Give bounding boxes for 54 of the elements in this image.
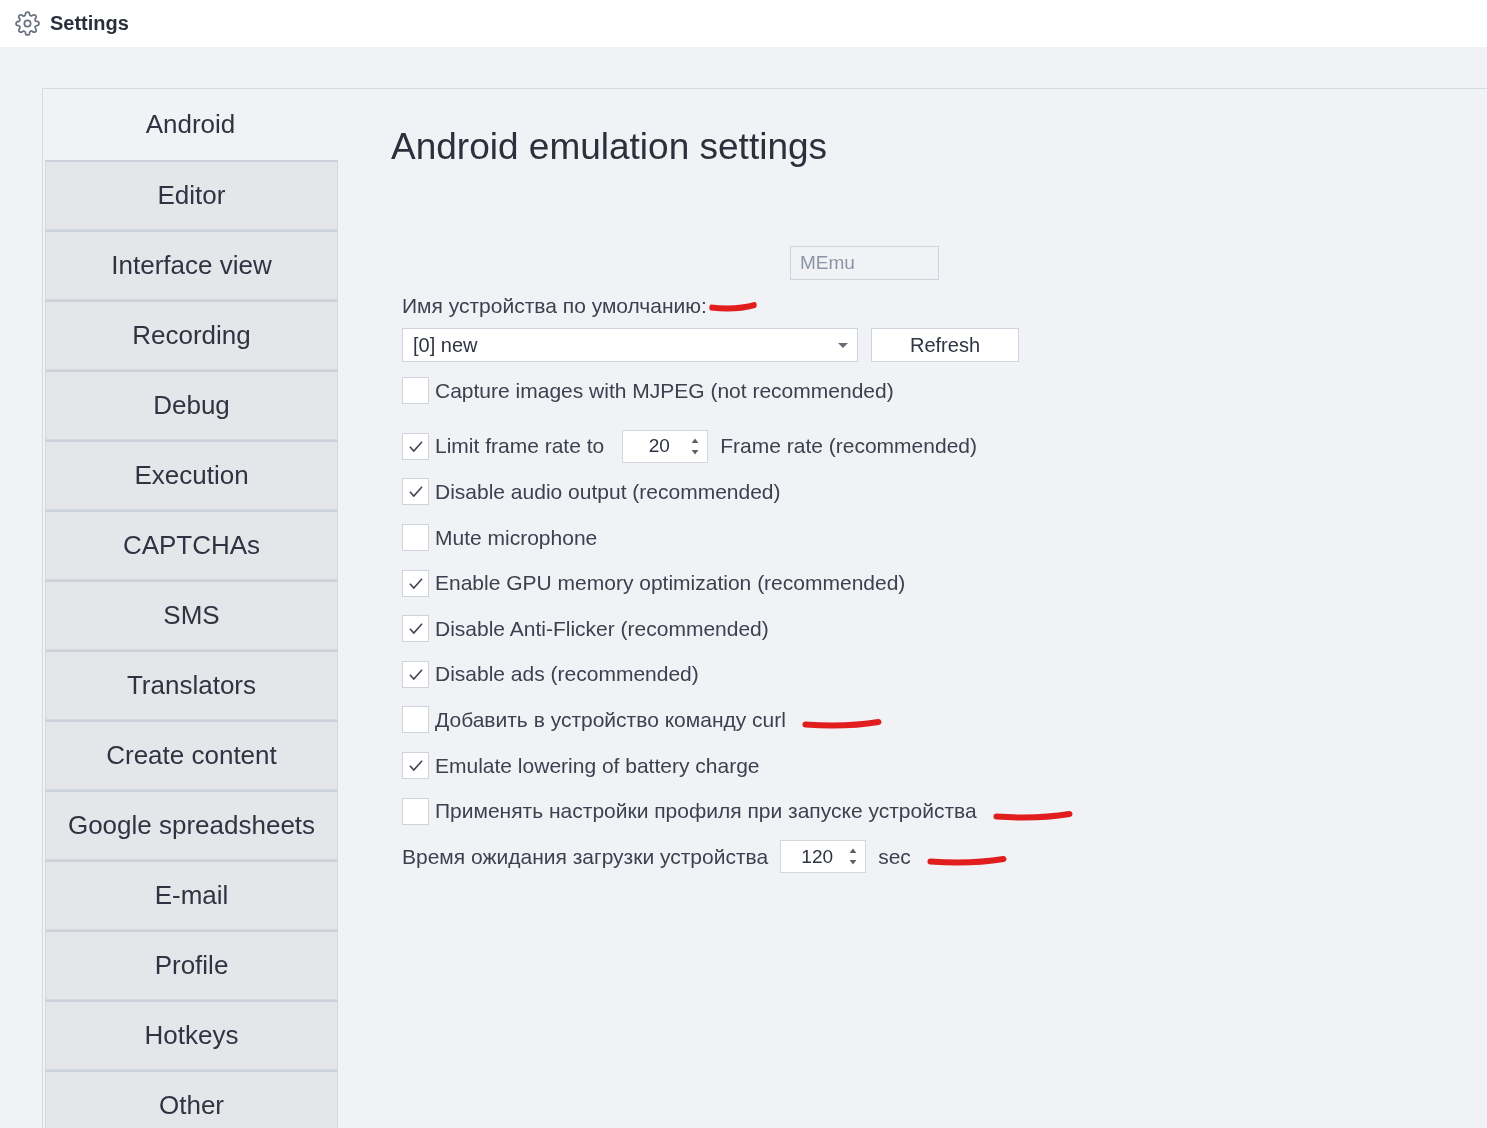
checkbox[interactable] — [402, 377, 429, 405]
check-icon — [408, 486, 423, 498]
check-icon — [408, 668, 423, 680]
checkbox[interactable] — [402, 478, 429, 506]
gear-icon — [15, 11, 40, 36]
sidebar-tab[interactable]: Editor — [45, 160, 338, 230]
sidebar-tab[interactable]: Recording — [45, 300, 338, 370]
refresh-button[interactable]: Refresh — [871, 328, 1019, 362]
option-label: Emulate lowering of battery charge — [435, 753, 760, 778]
sidebar-tab[interactable]: Other — [45, 1070, 338, 1128]
checkbox[interactable] — [402, 569, 429, 597]
sidebar-tab[interactable]: Execution — [45, 440, 338, 510]
device-name-label: Имя устройства по умолчанию: — [402, 293, 707, 319]
device-dropdown[interactable]: [0] new — [402, 328, 858, 362]
checkbox[interactable] — [402, 660, 429, 688]
option-label: Disable audio output (recommended) — [435, 480, 781, 504]
option-label: Время ожидания загрузки устройства — [402, 844, 769, 869]
window-title: Settings — [50, 12, 129, 35]
check-icon — [408, 577, 423, 589]
number-field[interactable]: 120 — [780, 840, 867, 874]
sidebar-tab[interactable]: Hotkeys — [45, 1000, 338, 1070]
option-label: Capture images with MJPEG (not recommended) — [435, 378, 894, 403]
up-down-arrows-icon[interactable] — [691, 437, 700, 455]
sidebar-tab[interactable]: Debug — [45, 370, 338, 440]
sidebar-tab[interactable]: E-mail — [45, 860, 338, 930]
option-label: Disable Anti-Flicker (recommended) — [435, 616, 769, 641]
checkbox[interactable] — [402, 524, 429, 552]
option-label: Limit frame rate to — [435, 434, 605, 459]
up-down-arrows-icon[interactable] — [849, 848, 858, 866]
option-label: Добавить в устройство команду curl — [435, 707, 786, 732]
checkbox[interactable] — [402, 706, 429, 734]
sidebar-tab[interactable]: Profile — [45, 930, 338, 1000]
number-field[interactable]: 20 — [622, 429, 709, 463]
option-hint: Frame rate (recommended) — [720, 434, 977, 459]
check-icon — [408, 623, 423, 635]
sidebar-tab[interactable]: Translators — [45, 650, 338, 720]
sidebar-tab[interactable]: Create content — [45, 720, 338, 790]
sidebar-tab[interactable]: SMS — [45, 580, 338, 650]
checkbox[interactable] — [402, 432, 429, 460]
option-label: Mute microphone — [435, 525, 598, 550]
page-heading: Android emulation settings — [391, 126, 828, 168]
sidebar-tab[interactable]: CAPTCHAs — [45, 510, 338, 580]
caret-icon — [838, 342, 848, 348]
option-label: Применять настройки профиля при запуске устройства — [435, 799, 977, 824]
checkbox[interactable] — [402, 615, 429, 643]
checkbox[interactable] — [402, 797, 429, 825]
option-label: Enable GPU memory optimization (recommended) — [435, 571, 906, 596]
option-label: Disable ads (recommended) — [435, 662, 699, 687]
check-icon — [408, 760, 423, 772]
unit-label: sec — [878, 844, 911, 869]
check-icon — [408, 440, 423, 452]
sidebar-tab[interactable]: Interface view — [45, 230, 338, 300]
sidebar-tab[interactable]: Google spreadsheets — [45, 790, 338, 860]
checkbox[interactable] — [402, 752, 429, 780]
